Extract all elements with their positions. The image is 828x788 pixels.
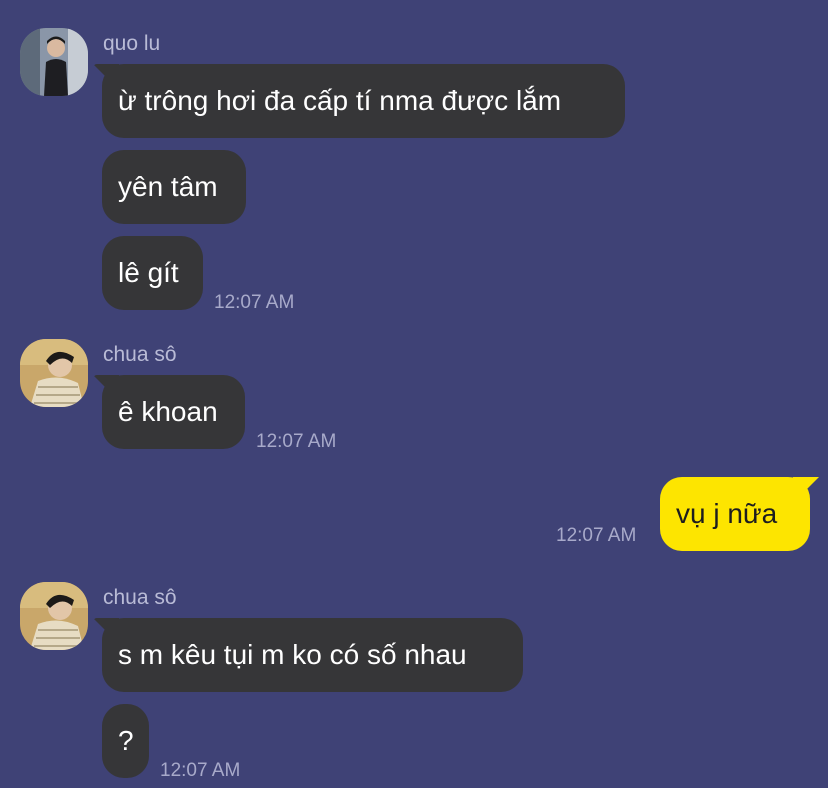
message-timestamp: 12:07 AM [160, 760, 241, 781]
message-bubble[interactable]: ừ trông hơi đa cấp tí nma được lắm [102, 64, 625, 138]
avatar-quo-lu[interactable] [20, 28, 88, 96]
message-text: vụ j nữa [676, 498, 778, 529]
avatar-image [20, 339, 88, 407]
message-text: lê gít [118, 257, 179, 288]
avatar-chua-so[interactable] [20, 582, 88, 650]
message-text: ừ trông hơi đa cấp tí nma được lắm [118, 85, 562, 116]
message-bubble[interactable]: s m kêu tụi m ko có số nhau [102, 618, 523, 692]
message-bubble[interactable]: ê khoan [102, 375, 245, 449]
avatar-image [20, 28, 88, 96]
message-timestamp: 12:07 AM [256, 431, 337, 452]
sender-name: quo lu [103, 32, 161, 55]
message-bubble-outgoing[interactable]: vụ j nữa [660, 477, 810, 551]
message-timestamp: 12:07 AM [214, 292, 295, 313]
avatar-chua-so[interactable] [20, 339, 88, 407]
message-bubble[interactable]: yên tâm [102, 150, 246, 224]
message-text: s m kêu tụi m ko có số nhau [118, 639, 467, 670]
message-text: ê khoan [118, 396, 218, 427]
sender-name: chua sô [103, 586, 177, 609]
message-text: yên tâm [118, 171, 218, 202]
message-text: ? [118, 725, 134, 756]
message-bubble[interactable]: ? [102, 704, 149, 778]
avatar-image [20, 582, 88, 650]
message-timestamp: 12:07 AM [556, 525, 637, 546]
sender-name: chua sô [103, 343, 177, 366]
message-bubble[interactable]: lê gít [102, 236, 203, 310]
